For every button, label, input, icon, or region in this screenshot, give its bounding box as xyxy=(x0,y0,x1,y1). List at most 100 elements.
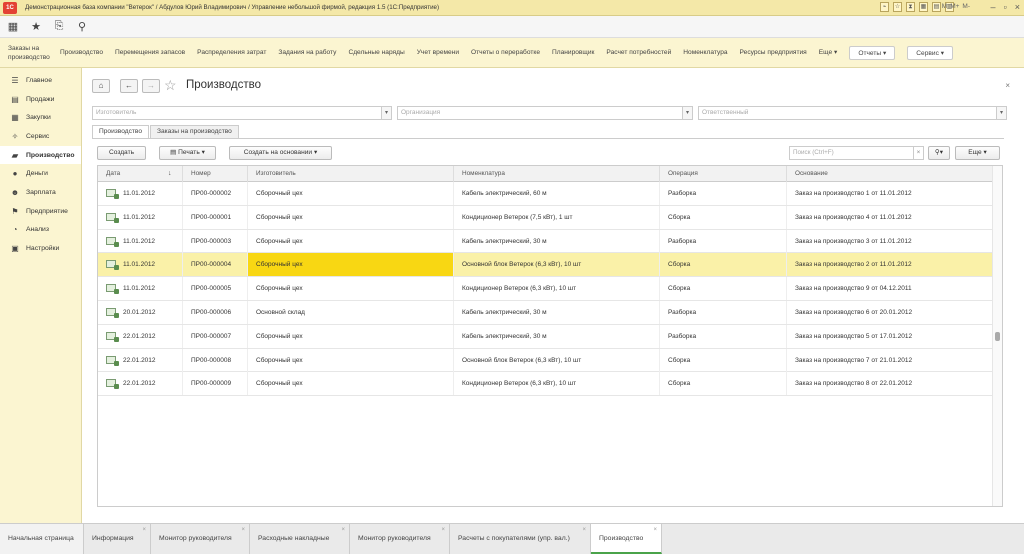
settings-icon: ▣ xyxy=(11,244,19,254)
main-icon: ☰ xyxy=(11,75,19,85)
close-tab-icon[interactable]: × xyxy=(441,515,445,545)
organization-filter[interactable]: Организация ▾ xyxy=(397,106,693,120)
service-dropdown[interactable]: Сервис ▾ xyxy=(907,45,954,60)
favorites-star-icon[interactable]: ★ xyxy=(29,20,43,33)
back-arrow-icon[interactable]: ← xyxy=(120,79,138,93)
vertical-scrollbar[interactable] xyxy=(992,166,1002,506)
tab-production-orders[interactable]: Заказы на производство xyxy=(150,125,239,138)
apps-grid-icon[interactable]: ▦ xyxy=(6,20,20,33)
more-actions-button[interactable]: Еще ▾ xyxy=(955,146,1000,160)
sidebar-item-salary[interactable]: ☻ Зарплата xyxy=(0,183,81,202)
dropdown-arrow-icon[interactable]: ▾ xyxy=(996,107,1006,119)
history-icon[interactable]: ⧗ xyxy=(906,2,915,12)
home-icon[interactable]: ⌂ xyxy=(92,79,110,93)
reports-dropdown[interactable]: Отчеты ▾ xyxy=(849,45,896,60)
sidebar-item-purchases[interactable]: ▦ Закупки xyxy=(0,108,81,127)
window-tab-manager-monitor-2[interactable]: Монитор руководителя × xyxy=(350,524,450,554)
m-minus-button[interactable]: M- xyxy=(962,3,970,10)
menu-item-nomenclature[interactable]: Номенклатура xyxy=(683,48,727,57)
create-button[interactable]: Создать xyxy=(97,146,146,160)
tab-production[interactable]: Производство xyxy=(92,125,149,139)
table-row[interactable]: 11.01.2012 ПР00-000001 Сборочный цех Кон… xyxy=(98,205,993,230)
close-tab-icon[interactable]: × xyxy=(241,515,245,545)
menu-item-cost-allocation[interactable]: Распределения затрат xyxy=(197,48,266,57)
table-row[interactable]: 22.01.2012 ПР00-000009 Сборочный цех Кон… xyxy=(98,372,993,397)
dropdown-arrow-icon[interactable]: ▾ xyxy=(682,107,692,119)
cell-operation: Сборка xyxy=(660,277,787,301)
create-based-on-button[interactable]: Создать на основании ▾ xyxy=(229,146,332,160)
search-options-button[interactable]: ⚲▾ xyxy=(928,146,950,160)
close-tab-icon[interactable]: × xyxy=(142,515,146,545)
sidebar-item-sales[interactable]: ▤ Продажи xyxy=(0,90,81,109)
column-header-nomenclature[interactable]: Номенклатура xyxy=(454,166,660,182)
table-row[interactable]: 11.01.2012 ПР00-000003 Сборочный цех Каб… xyxy=(98,229,993,254)
sidebar-item-enterprise[interactable]: ⚑ Предприятие xyxy=(0,202,81,221)
favorite-star-icon[interactable]: ☆ xyxy=(164,77,177,94)
minimize-icon[interactable]: – xyxy=(991,2,996,12)
table-row[interactable]: 11.01.2012 ПР00-000002 Сборочный цех Каб… xyxy=(98,182,993,206)
scrollbar-thumb[interactable] xyxy=(995,332,1000,341)
print-button[interactable]: ▤ Печать ▾ xyxy=(159,146,216,160)
window-tab-production[interactable]: Производство × xyxy=(591,524,662,554)
window-title: Демонстрационная база компании "Ветерок"… xyxy=(25,4,440,11)
m-button[interactable]: M xyxy=(942,3,947,10)
sort-down-arrow-icon[interactable]: ↓ xyxy=(168,166,172,182)
sidebar-item-settings[interactable]: ▣ Настройки xyxy=(0,239,81,258)
service-icon: ✧ xyxy=(11,131,19,141)
table-row[interactable]: 22.01.2012 ПР00-000008 Сборочный цех Осн… xyxy=(98,348,993,373)
calendar-icon[interactable]: ▤ xyxy=(932,2,941,12)
table-row[interactable]: 11.01.2012 ПР00-000005 Сборочный цех Кон… xyxy=(98,277,993,301)
window-tab-sales-invoices[interactable]: Расходные накладные × xyxy=(250,524,350,554)
sidebar-item-money[interactable]: ● Деньги xyxy=(0,164,81,183)
cell-manufacturer-focused[interactable]: Сборочный цех xyxy=(248,253,454,277)
menu-item-resources[interactable]: Ресурсы предприятия xyxy=(740,48,807,57)
responsible-filter[interactable]: Ответственный ▾ xyxy=(698,106,1007,120)
history-icon[interactable]: ⎘ xyxy=(52,20,66,33)
column-header-number[interactable]: Номер xyxy=(183,166,248,182)
app-logo-icon: 1С xyxy=(3,1,17,14)
menu-item-planner[interactable]: Планировщик xyxy=(552,48,594,57)
favorite-icon[interactable]: ☆ xyxy=(893,2,902,12)
window-tab-customer-settlements[interactable]: Расчеты с покупателями (упр. вал.) × xyxy=(450,524,591,554)
menu-item-needs-calculation[interactable]: Расчет потребностей xyxy=(606,48,671,57)
sidebar-item-service[interactable]: ✧ Сервис xyxy=(0,127,81,146)
close-form-icon[interactable]: × xyxy=(1005,81,1010,90)
dropdown-arrow-icon[interactable]: ▾ xyxy=(381,107,391,119)
window-tab-manager-monitor[interactable]: Монитор руководителя × xyxy=(151,524,250,554)
search-input[interactable]: Поиск (Ctrl+F) × xyxy=(789,146,924,160)
clear-search-icon[interactable]: × xyxy=(913,147,923,159)
manufacturer-filter[interactable]: Изготовитель ▾ xyxy=(92,106,392,120)
sidebar-item-production[interactable]: ▰ Производство xyxy=(0,145,81,165)
menu-item-stock-transfers[interactable]: Перемещения запасов xyxy=(115,48,185,57)
cell-number: ПР00-000006 xyxy=(183,300,248,324)
cell-basis: Заказ на производство 8 от 22.01.2012 xyxy=(787,372,993,396)
table-row[interactable]: 20.01.2012 ПР00-000006 Основной склад Ка… xyxy=(98,300,993,325)
close-tab-icon[interactable]: × xyxy=(341,515,345,545)
menu-item-time-tracking[interactable]: Учет времени xyxy=(417,48,459,57)
column-header-manufacturer[interactable]: Изготовитель xyxy=(248,166,454,182)
close-tab-icon[interactable]: × xyxy=(582,515,586,545)
window-tab-information[interactable]: Информация × xyxy=(84,524,151,554)
menu-item-production[interactable]: Производство xyxy=(60,48,103,57)
menu-item-production-orders[interactable]: Заказы на производство xyxy=(8,44,50,62)
menu-item-processing-reports[interactable]: Отчеты о переработке xyxy=(471,48,540,57)
search-icon[interactable]: ⚲ xyxy=(75,20,89,33)
menu-more-button[interactable]: Еще ▾ xyxy=(819,48,838,57)
calc-icon[interactable]: ▦ xyxy=(919,2,928,12)
sidebar-item-main[interactable]: ☰ Главное xyxy=(0,71,81,90)
column-header-operation[interactable]: Операция xyxy=(660,166,787,182)
table-row[interactable]: 22.01.2012 ПР00-000007 Сборочный цех Каб… xyxy=(98,324,993,349)
table-row-selected[interactable]: 11.01.2012 ПР00-000004 Сборочный цех Осн… xyxy=(98,253,993,278)
window-tab-home[interactable]: Начальная страница xyxy=(0,524,84,554)
forward-arrow-icon[interactable]: → xyxy=(142,79,160,93)
column-header-basis[interactable]: Основание xyxy=(787,166,993,182)
menu-item-work-tasks[interactable]: Задания на работу xyxy=(278,48,336,57)
form-tabs: Производство Заказы на производство xyxy=(92,125,240,139)
menu-item-piecework[interactable]: Сдельные наряды xyxy=(348,48,404,57)
maximize-icon[interactable]: ▫ xyxy=(1004,2,1007,12)
close-window-icon[interactable]: × xyxy=(1015,2,1020,12)
link-icon[interactable]: ⌁ xyxy=(880,2,889,12)
sidebar-item-analysis[interactable]: ◔ Анализ xyxy=(0,221,81,240)
close-tab-icon[interactable]: × xyxy=(653,515,657,545)
m-plus-button[interactable]: M+ xyxy=(950,3,959,10)
